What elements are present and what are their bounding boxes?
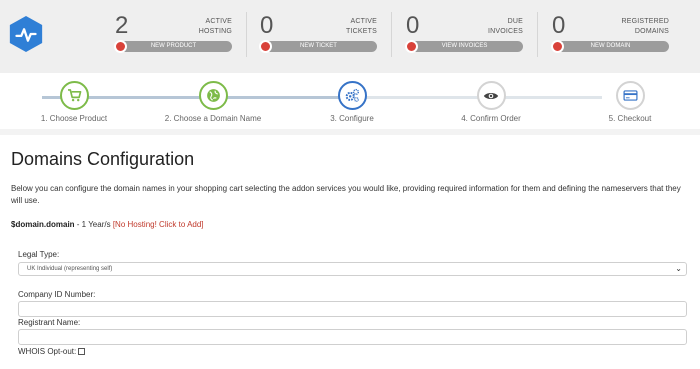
step-label: 2. Choose a Domain Name — [164, 114, 262, 123]
step-label: 1. Choose Product — [40, 114, 108, 123]
cart-icon — [67, 89, 81, 102]
globe-icon — [551, 40, 564, 53]
domain-name: $domain.domain — [11, 220, 75, 229]
step-label: 3. Configure — [330, 114, 374, 123]
legal-type-label: Legal Type: — [18, 250, 60, 259]
comment-icon — [259, 40, 272, 53]
whois-optout-row: WHOIS Opt-out: — [18, 347, 86, 356]
legal-type-value: UK Individual (representing self) — [27, 266, 113, 272]
legal-type-select[interactable]: UK Individual (representing self) ⌄ — [18, 262, 687, 276]
brand-logo-icon[interactable] — [7, 15, 45, 53]
company-id-input[interactable] — [18, 301, 687, 317]
new-product-button[interactable]: NEW PRODUCT — [114, 40, 232, 53]
step-choose-product[interactable]: 1. Choose Product — [14, 81, 134, 123]
page-title: Domains Configuration — [11, 149, 195, 169]
step-configure[interactable]: 3. Configure — [292, 81, 412, 123]
globe-icon — [206, 89, 220, 102]
stat-due-invoices: 0 DUE INVOICES VIEW INVOICES — [405, 0, 523, 73]
stat-label: ACTIVE TICKETS — [346, 18, 377, 35]
new-domain-button[interactable]: NEW DOMAIN — [551, 40, 669, 53]
step-checkout[interactable]: 5. Checkout — [570, 81, 690, 123]
stat-count: 0 — [552, 12, 566, 39]
step-label: 4. Confirm Order — [461, 114, 521, 123]
step-confirm-order[interactable]: 4. Confirm Order — [431, 81, 551, 123]
domain-term: - 1 Year/s — [74, 220, 113, 229]
step-choose-domain[interactable]: 2. Choose a Domain Name — [153, 81, 273, 123]
stat-label: DUE INVOICES — [487, 18, 523, 35]
stats-bar: 2 ACTIVE HOSTING NEW PRODUCT 0 ACTIVE TICK… — [0, 0, 700, 73]
stat-count: 2 — [115, 12, 129, 39]
stat-active-tickets: 0 ACTIVE TICKETS NEW TICKET — [259, 0, 377, 73]
cart-icon — [114, 40, 127, 53]
add-hosting-link[interactable]: [No Hosting! Click to Add] — [113, 220, 204, 229]
stat-active-hosting: 2 ACTIVE HOSTING NEW PRODUCT — [114, 0, 232, 73]
whois-optout-checkbox[interactable] — [78, 348, 86, 355]
whois-optout-label: WHOIS Opt-out: — [18, 347, 77, 356]
view-invoices-button[interactable]: VIEW INVOICES — [405, 40, 523, 53]
divider — [246, 12, 247, 57]
stat-label: ACTIVE HOSTING — [198, 18, 232, 35]
stat-label: REGISTERED DOMAINS — [621, 18, 669, 35]
eye-icon — [483, 92, 499, 99]
stat-registered-domains: 0 REGISTERED DOMAINS NEW DOMAIN — [551, 0, 669, 73]
company-id-label: Company ID Number: — [18, 290, 96, 299]
domain-summary: $domain.domain - 1 Year/s [No Hosting! C… — [11, 220, 204, 229]
invoice-icon — [405, 40, 418, 53]
divider — [537, 12, 538, 57]
registrant-name-input[interactable] — [18, 329, 687, 345]
registrant-name-label: Registrant Name: — [18, 318, 81, 327]
divider — [391, 12, 392, 57]
credit-card-icon — [622, 90, 638, 101]
chevron-down-icon: ⌄ — [675, 264, 682, 273]
stat-count: 0 — [406, 12, 420, 39]
stat-count: 0 — [260, 12, 274, 39]
gears-icon — [345, 88, 360, 102]
new-ticket-button[interactable]: NEW TICKET — [259, 40, 377, 53]
intro-text: Below you can configure the domain names… — [11, 184, 681, 205]
step-label: 5. Checkout — [608, 114, 652, 123]
